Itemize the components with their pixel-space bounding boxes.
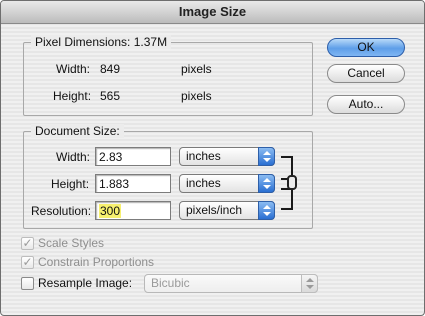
document-size-title: Document Size: — [31, 124, 124, 138]
image-size-dialog: Image Size Pixel Dimensions: 1.37M Width… — [0, 0, 425, 316]
chain-link-icon — [287, 175, 297, 190]
scale-styles-checkbox[interactable]: ✓ — [21, 237, 34, 250]
doc-width-unit-select[interactable]: inches — [179, 147, 275, 166]
pixel-width-label: Width: — [56, 62, 91, 76]
pixel-dimensions-group — [23, 42, 313, 116]
link-bracket-bottom — [281, 188, 293, 210]
doc-width-input[interactable]: 2.83 — [95, 147, 171, 166]
resample-method-arrow-icon — [301, 274, 318, 293]
doc-width-unit-value: inches — [186, 149, 221, 163]
resample-method-select[interactable]: Bicubic — [144, 274, 318, 293]
resolution-label: Resolution: — [31, 204, 92, 218]
resample-image-checkbox[interactable] — [21, 277, 34, 290]
constrain-proportions-label: Constrain Proportions — [38, 255, 155, 269]
scale-styles-label: Scale Styles — [38, 236, 105, 250]
pixel-width-value: 849 — [100, 62, 121, 76]
resolution-value-selected: 300 — [99, 204, 122, 218]
ok-button[interactable]: OK — [327, 38, 405, 57]
resample-method-value: Bicubic — [151, 276, 190, 290]
doc-height-label: Height: — [51, 177, 90, 191]
pixel-width-unit: pixels — [181, 62, 212, 76]
pixel-dimensions-size: 1.37M — [133, 35, 168, 49]
resample-image-label: Resample Image: — [38, 276, 133, 290]
doc-height-unit-select[interactable]: inches — [179, 174, 275, 193]
doc-height-unit-value: inches — [186, 176, 221, 190]
doc-width-unit-arrow-icon — [258, 147, 275, 166]
resolution-unit-value: pixels/inch — [186, 203, 243, 217]
cancel-button[interactable]: Cancel — [327, 64, 405, 83]
pixel-height-unit: pixels — [181, 89, 212, 103]
resolution-input[interactable]: 300 — [95, 201, 171, 220]
pixel-dimensions-title: Pixel Dimensions: 1.37M — [31, 35, 172, 49]
doc-height-unit-arrow-icon — [258, 174, 275, 193]
pixel-height-label: Height: — [53, 89, 92, 103]
resolution-unit-arrow-icon — [258, 201, 275, 220]
auto-button[interactable]: Auto... — [327, 95, 405, 114]
doc-height-input[interactable]: 1.883 — [95, 174, 171, 193]
dialog-title: Image Size — [1, 1, 424, 24]
resolution-unit-select[interactable]: pixels/inch — [179, 201, 275, 220]
constrain-proportions-checkbox[interactable]: ✓ — [21, 256, 34, 269]
pixel-height-value: 565 — [100, 89, 121, 103]
doc-width-label: Width: — [56, 150, 91, 164]
